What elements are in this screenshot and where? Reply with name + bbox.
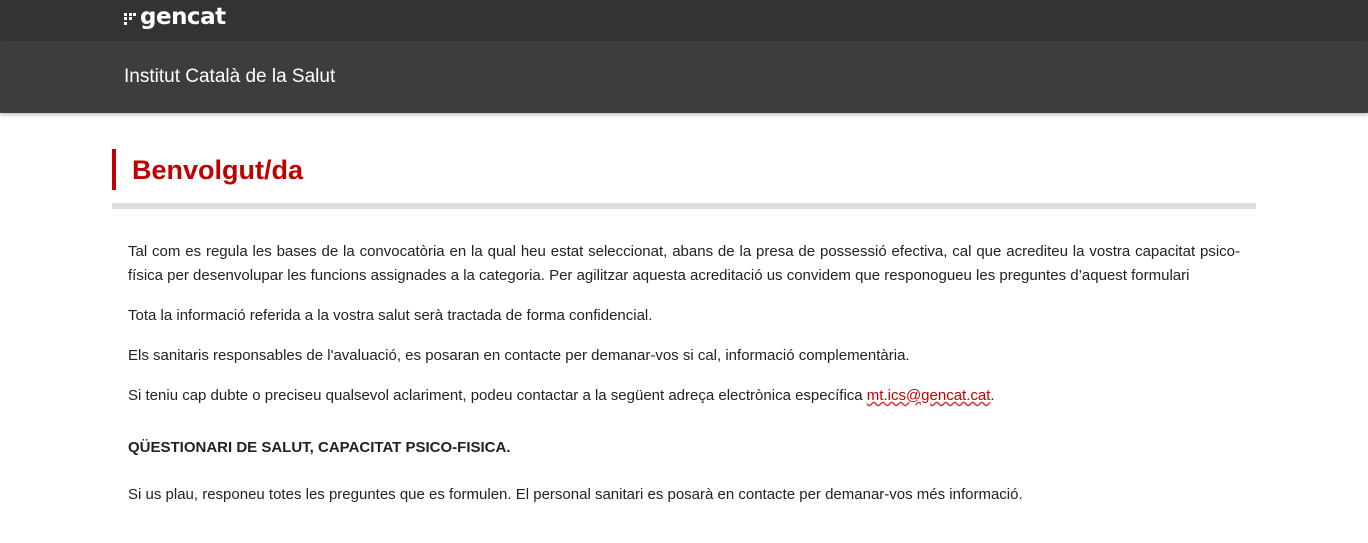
- intro-paragraph: Tal com es regula les bases de la convoc…: [128, 243, 1240, 284]
- page-title: Benvolgut/da: [132, 154, 304, 185]
- site-header: Institut Català de la Salut: [0, 41, 1368, 113]
- instructions-paragraph: Si us plau, responeu totes les preguntes…: [128, 486, 1023, 503]
- gencat-logo-icon: [124, 12, 136, 25]
- intro-text: Tal com es regula les bases de la convoc…: [112, 240, 1256, 507]
- contact-info-paragraph: Els sanitaris responsables de l'avaluaci…: [128, 347, 910, 364]
- confidentiality-paragraph: Tota la informació referida a la vostra …: [128, 307, 653, 324]
- email-contact-suffix: .: [990, 387, 995, 404]
- main-content: Benvolgut/da Tal com es regula les bases…: [112, 149, 1256, 507]
- page-heading: Benvolgut/da: [112, 149, 1256, 190]
- site-title[interactable]: Institut Català de la Salut: [124, 65, 335, 89]
- email-contact-text: Si teniu cap dubte o preciseu qualsevol …: [128, 387, 867, 404]
- questionnaire-section-title: QÜESTIONARI DE SALUT, CAPACITAT PSICO-FI…: [128, 439, 511, 456]
- gencat-logo[interactable]: gencat: [124, 2, 226, 32]
- top-bar: gencat: [0, 0, 1368, 41]
- email-link[interactable]: mt.ics@gencat.cat: [867, 387, 991, 404]
- logo-text: gencat: [140, 4, 226, 30]
- heading-divider: [112, 203, 1256, 209]
- email-contact-paragraph: Si teniu cap dubte o preciseu qualsevol …: [128, 384, 1240, 408]
